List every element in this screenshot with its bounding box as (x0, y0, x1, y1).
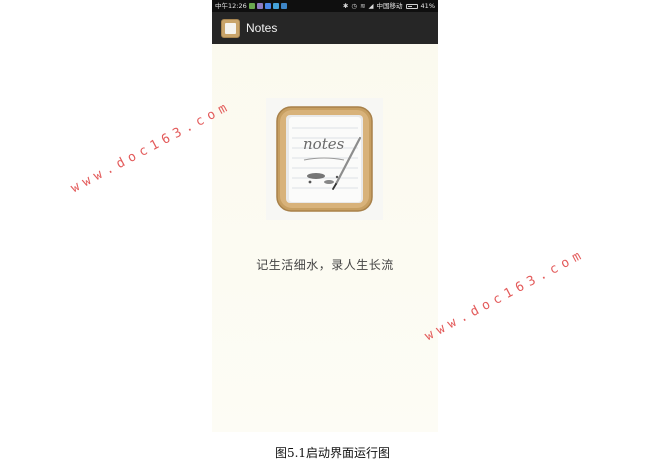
app-notification-icon (264, 3, 271, 9)
app-title: Notes (246, 21, 278, 35)
watermark-left: www.doc163.com (68, 98, 235, 197)
bluetooth-icon: ✱ (342, 2, 349, 10)
app-notification-icon (256, 3, 263, 9)
status-bar: 中午12:26 ✱ ◷ ≋ ◢ 中国移动 41% (212, 0, 438, 12)
app-notification-icon (280, 3, 287, 9)
status-bar-left: 中午12:26 (215, 0, 287, 12)
app-notification-icon (272, 3, 279, 9)
notes-app-icon[interactable] (221, 18, 240, 38)
splash-tagline: 记生活细水，录人生长流 (256, 258, 394, 272)
watermark-right: www.doc163.com (422, 246, 589, 345)
signal-icon: ◢ (368, 2, 374, 10)
logo-text: notes (303, 135, 345, 153)
app-notification-icon (248, 3, 255, 9)
app-bar: Notes (212, 12, 438, 44)
notes-logo-icon: notes (276, 106, 373, 212)
status-bar-right: ✱ ◷ ≋ ◢ 中国移动 41% (343, 0, 435, 12)
notes-paper-icon (225, 22, 236, 34)
splash-logo: notes (266, 98, 383, 220)
battery-icon (405, 3, 418, 9)
carrier-name: 中国移动 (376, 2, 403, 10)
alarm-icon: ◷ (351, 2, 358, 10)
figure-caption: 图5.1启动界面运行图 (274, 446, 391, 460)
battery-level: 41% (420, 2, 435, 10)
phone-screen: 中午12:26 ✱ ◷ ≋ ◢ 中国移动 41% Notes notes 记生活… (212, 0, 438, 432)
status-time: 中午12:26 (215, 2, 247, 10)
wifi-icon: ≋ (360, 2, 366, 10)
